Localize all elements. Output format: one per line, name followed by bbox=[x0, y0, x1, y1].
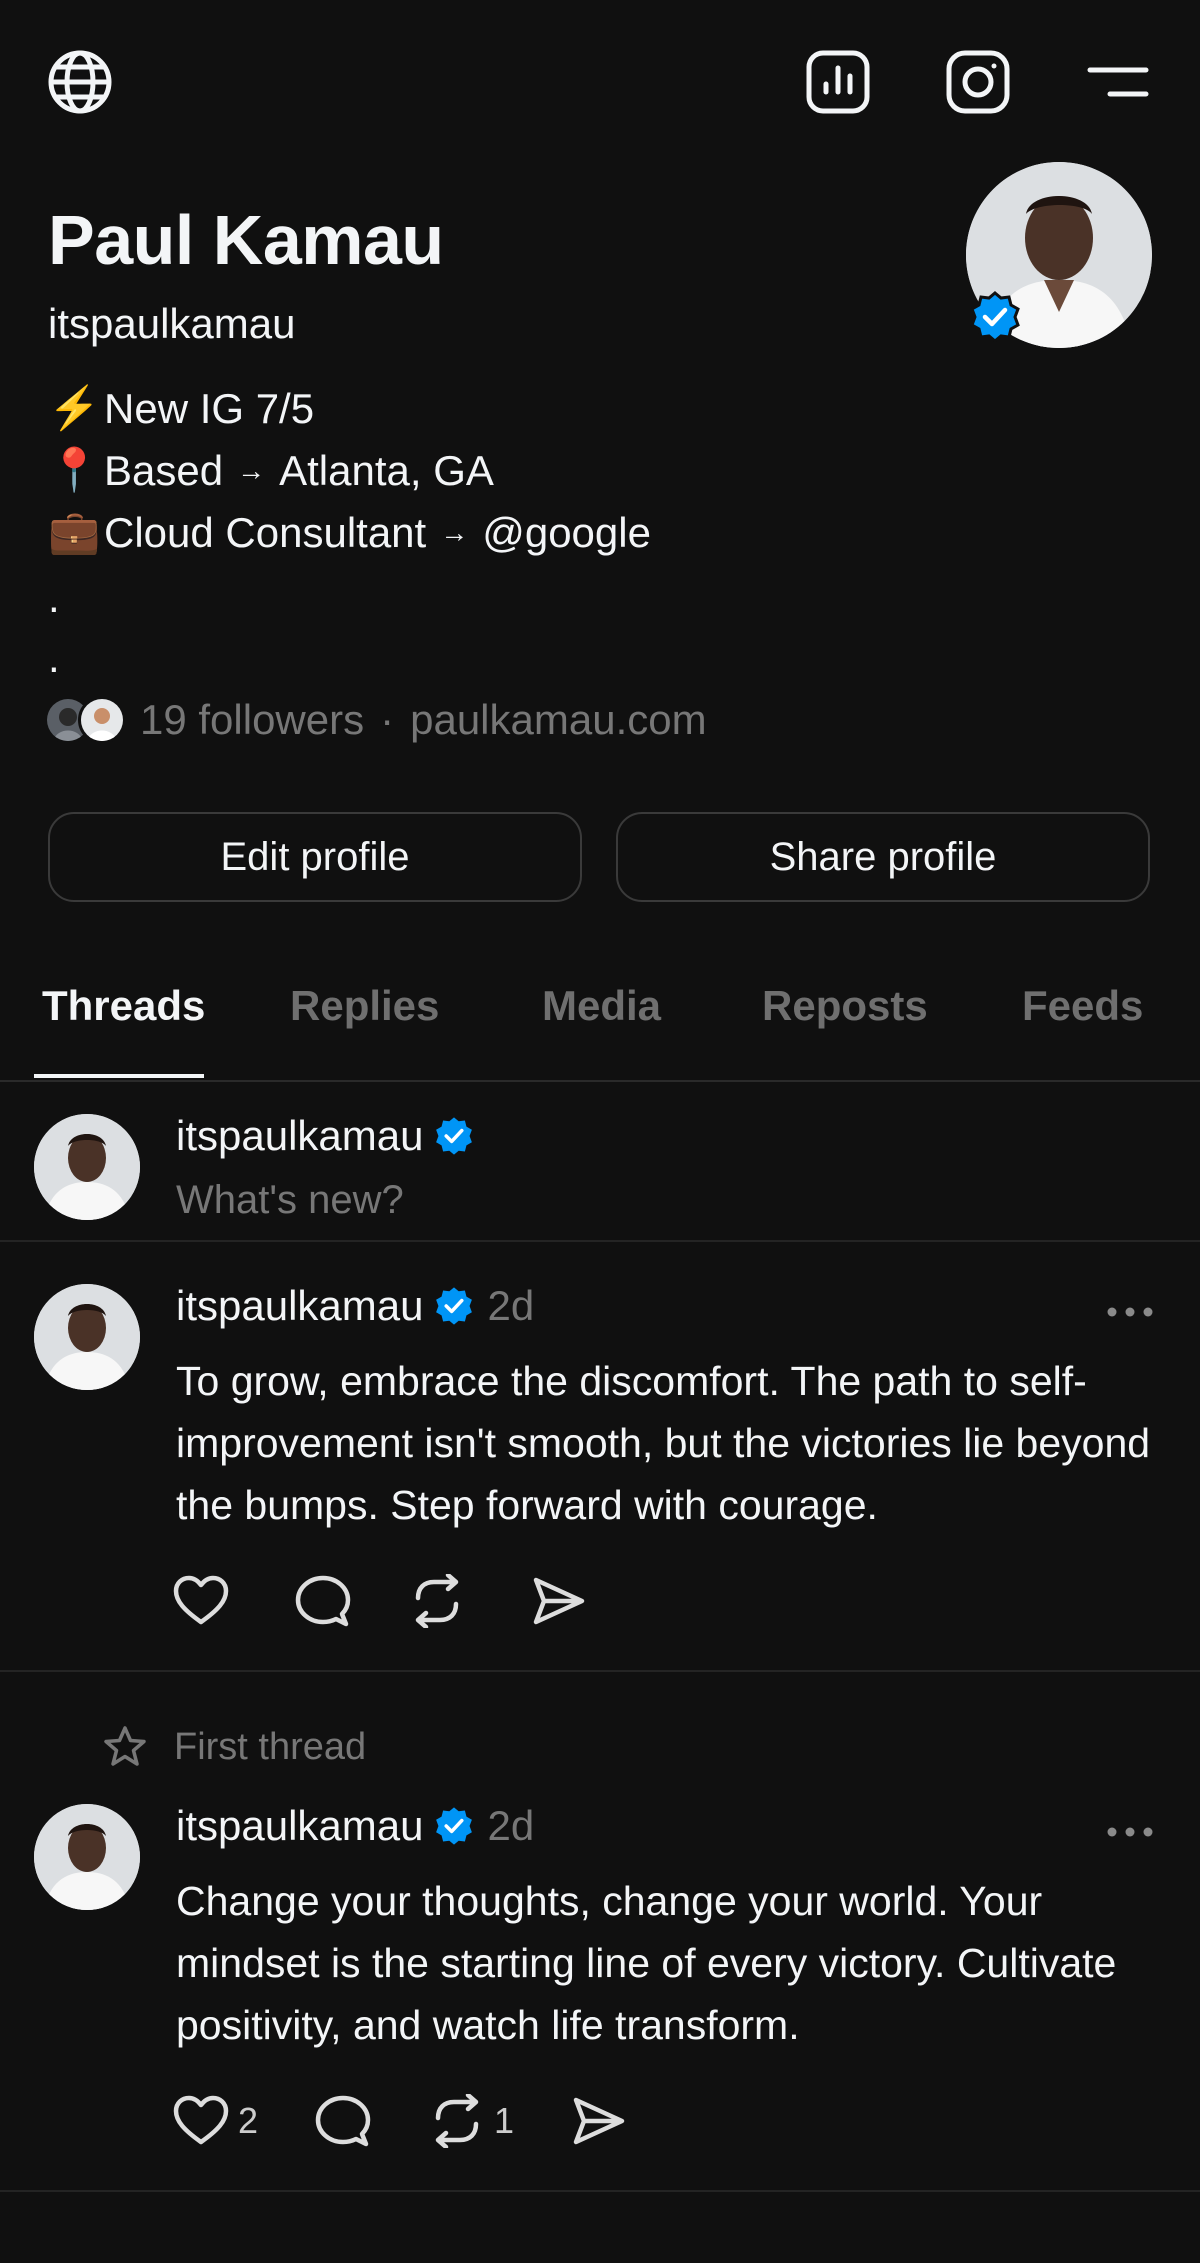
divider bbox=[0, 1670, 1200, 1672]
share-icon bbox=[570, 2094, 628, 2148]
more-icon[interactable] bbox=[1104, 1822, 1156, 1842]
menu-icon[interactable] bbox=[1082, 46, 1154, 118]
bio-line-2: 📍 Based → Atlanta, GA bbox=[48, 446, 494, 495]
more-icon[interactable] bbox=[1104, 1302, 1156, 1322]
verified-icon bbox=[968, 290, 1022, 344]
bio-line-3: 💼 Cloud Consultant → @google bbox=[48, 508, 651, 557]
repost-button[interactable]: 1 bbox=[428, 2094, 514, 2148]
globe-icon[interactable] bbox=[44, 46, 116, 118]
website-link[interactable]: paulkamau.com bbox=[410, 696, 706, 744]
pin-icon: 📍 bbox=[48, 446, 101, 493]
bio-mention-link[interactable]: @google bbox=[482, 509, 651, 557]
comment-icon bbox=[294, 1574, 352, 1628]
bio-line-1: ⚡ New IG 7/5 bbox=[48, 384, 314, 433]
tab-replies[interactable]: Replies bbox=[290, 982, 439, 1030]
tab-feeds[interactable]: Feeds bbox=[1022, 982, 1143, 1030]
tab-media[interactable]: Media bbox=[542, 982, 661, 1030]
pinned-label: First thread bbox=[102, 1724, 366, 1770]
bio-label: Cloud Consultant bbox=[104, 508, 427, 556]
avatar[interactable] bbox=[34, 1804, 140, 1910]
bio-text: New IG 7/5 bbox=[104, 384, 315, 432]
like-button[interactable] bbox=[172, 1574, 238, 1628]
instagram-icon[interactable] bbox=[942, 46, 1014, 118]
arrow-icon: → bbox=[440, 516, 469, 548]
post-actions bbox=[172, 1574, 644, 1628]
followers-row[interactable]: 19 followers · paulkamau.com bbox=[44, 696, 707, 744]
followers-count[interactable]: 19 followers bbox=[140, 696, 364, 744]
repost-icon bbox=[428, 2094, 486, 2148]
pinned-text: First thread bbox=[174, 1725, 367, 1768]
star-icon bbox=[102, 1724, 148, 1770]
composer-input[interactable]: What's new? bbox=[176, 1178, 404, 1223]
separator: · bbox=[380, 696, 395, 743]
heart-icon bbox=[172, 1574, 230, 1628]
profile-handle: itspaulkamau bbox=[48, 300, 296, 347]
comment-button[interactable] bbox=[314, 2094, 372, 2148]
tab-reposts[interactable]: Reposts bbox=[762, 982, 928, 1030]
share-button[interactable] bbox=[530, 1574, 588, 1628]
arrow-icon: → bbox=[237, 454, 266, 486]
profile-tabs: Threads Replies Media Reposts Feeds bbox=[0, 962, 1200, 1082]
username[interactable]: itspaulkamau bbox=[176, 1112, 423, 1160]
post-text: To grow, embrace the discomfort. The pat… bbox=[176, 1358, 1151, 1528]
bio-value: Atlanta, GA bbox=[279, 446, 494, 494]
post-header: itspaulkamau 2d bbox=[176, 1282, 534, 1330]
share-button[interactable] bbox=[570, 2094, 628, 2148]
repost-icon bbox=[408, 1574, 466, 1628]
post-text: Change your thoughts, change your world.… bbox=[176, 1878, 1117, 2048]
divider bbox=[0, 2190, 1200, 2192]
verified-icon bbox=[433, 1805, 475, 1847]
post-timestamp: 2d bbox=[487, 1802, 535, 1849]
tab-threads[interactable]: Threads bbox=[42, 982, 205, 1030]
heart-icon bbox=[172, 2094, 230, 2148]
active-tab-indicator bbox=[34, 1074, 204, 1078]
comment-button[interactable] bbox=[294, 1574, 352, 1628]
like-count: 2 bbox=[238, 2100, 259, 2141]
profile-name: Paul Kamau bbox=[48, 201, 444, 279]
follower-avatar bbox=[78, 696, 126, 744]
share-profile-button[interactable]: Share profile bbox=[616, 812, 1150, 902]
share-icon bbox=[530, 1574, 588, 1628]
avatar[interactable] bbox=[34, 1114, 140, 1220]
composer-username: itspaulkamau bbox=[176, 1112, 475, 1160]
like-button[interactable]: 2 bbox=[172, 2094, 258, 2148]
comment-icon bbox=[314, 2094, 372, 2148]
avatar[interactable] bbox=[34, 1284, 140, 1390]
username[interactable]: itspaulkamau bbox=[176, 1282, 423, 1330]
post-actions: 2 1 bbox=[172, 2094, 684, 2148]
edit-profile-button[interactable]: Edit profile bbox=[48, 812, 582, 902]
post-header: itspaulkamau 2d bbox=[176, 1802, 534, 1850]
repost-button[interactable] bbox=[408, 1574, 474, 1628]
bio-dot: . bbox=[48, 574, 60, 621]
bio-label: Based bbox=[104, 446, 224, 494]
verified-icon bbox=[433, 1285, 475, 1327]
insights-icon[interactable] bbox=[802, 46, 874, 118]
repost-count: 1 bbox=[494, 2100, 515, 2141]
divider bbox=[0, 1240, 1200, 1242]
verified-icon bbox=[433, 1115, 475, 1157]
username[interactable]: itspaulkamau bbox=[176, 1802, 423, 1850]
post-timestamp: 2d bbox=[487, 1282, 535, 1329]
briefcase-icon: 💼 bbox=[48, 508, 101, 555]
bio-dot: . bbox=[48, 634, 60, 681]
lightning-icon: ⚡ bbox=[48, 384, 101, 431]
